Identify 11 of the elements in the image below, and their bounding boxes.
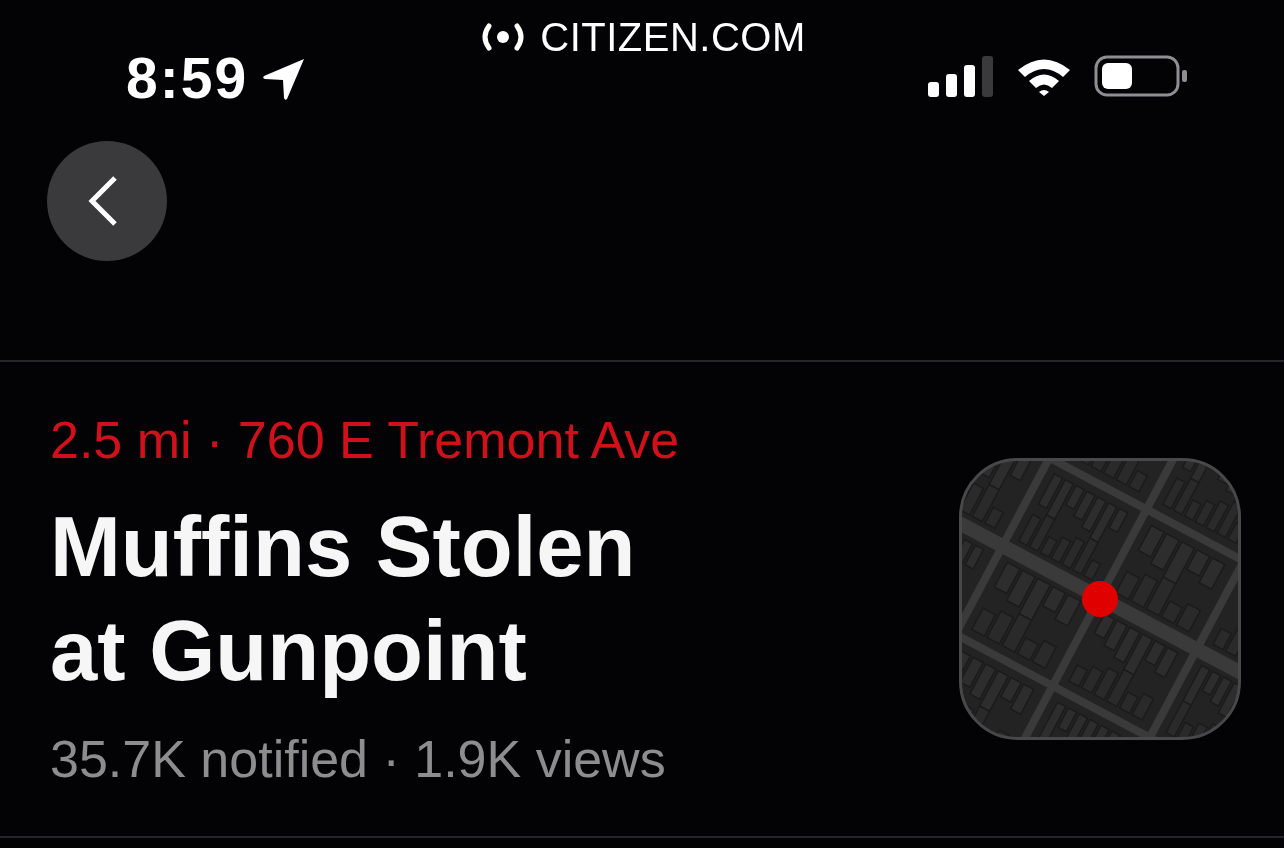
map-marker-dot-icon (1082, 581, 1118, 617)
map-thumbnail[interactable] (959, 458, 1241, 740)
site-label: CITIZEN.COM (540, 17, 806, 57)
status-time: 8:59 (126, 50, 249, 107)
signal-bars-icon (928, 55, 994, 97)
battery-icon (1094, 55, 1188, 97)
location-arrow-icon (262, 56, 307, 101)
incident-title: Muffins Stolen at Gunpoint (50, 497, 637, 700)
incident-stats: 35.7K notified · 1.9K views (50, 728, 667, 789)
chevron-left-icon (88, 175, 118, 227)
incident-location: 2.5 mi · 760 E Tremont Ave (50, 409, 681, 470)
